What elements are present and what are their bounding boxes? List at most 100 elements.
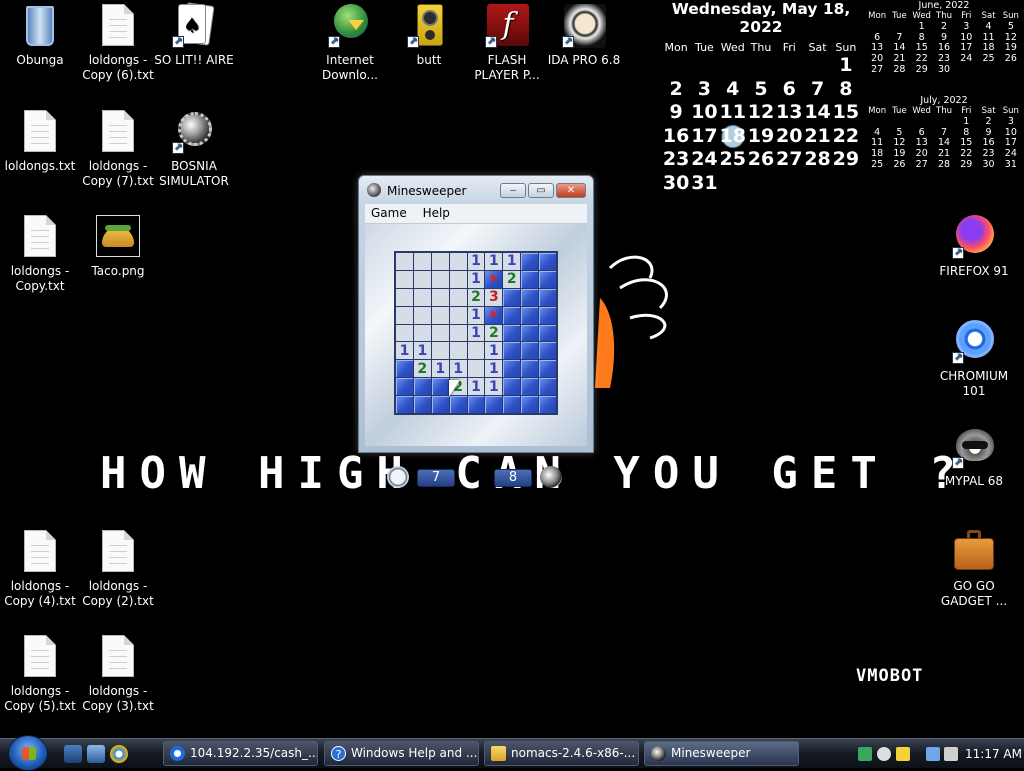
switch-windows-icon[interactable] xyxy=(87,745,105,763)
calendar-day[interactable]: 28 xyxy=(803,148,831,172)
chromium-desktop-icon[interactable]: ↗ CHROMIUM 101 xyxy=(934,318,1014,399)
bosnia-simulator-desktop-icon[interactable]: ↗ BOSNIA SIMULATOR xyxy=(154,108,234,189)
calendar-day[interactable]: 16 xyxy=(662,125,690,149)
number-cell[interactable]: 1 xyxy=(485,378,503,396)
unopened-cell[interactable] xyxy=(449,396,467,413)
unopened-cell[interactable] xyxy=(396,360,413,378)
calendar-day[interactable] xyxy=(747,54,775,78)
calendar-day[interactable]: 30 xyxy=(662,172,690,196)
empty-cell[interactable] xyxy=(431,288,449,306)
text-file-desktop-icon[interactable]: loldongs - Copy (7).txt xyxy=(78,108,158,189)
volume-tray-icon[interactable] xyxy=(944,747,958,761)
window-titlebar[interactable]: Minesweeper ‒ ▭ ✕ xyxy=(359,176,593,204)
unopened-cell[interactable] xyxy=(521,342,539,360)
number-cell[interactable]: 1 xyxy=(467,306,485,324)
unopened-cell[interactable] xyxy=(396,396,413,413)
empty-cell[interactable] xyxy=(396,324,413,342)
unopened-cell[interactable] xyxy=(503,342,521,360)
empty-cell[interactable] xyxy=(431,270,449,288)
calendar-day[interactable]: 1 xyxy=(832,54,860,78)
minefield-grid[interactable]: 11112231121112111211 xyxy=(394,251,558,415)
flagged-cell[interactable] xyxy=(485,270,503,288)
number-cell[interactable]: 1 xyxy=(431,360,449,378)
calendar-day[interactable]: 15 xyxy=(832,101,860,125)
empty-cell[interactable] xyxy=(431,306,449,324)
calendar-day[interactable]: 17 xyxy=(690,125,718,149)
text-file-desktop-icon[interactable]: loldongs - Copy (3).txt xyxy=(78,633,158,714)
empty-cell[interactable] xyxy=(413,288,431,306)
go-go-gadget-desktop-icon[interactable]: GO GO GADGET ... xyxy=(934,528,1014,609)
calendar-day[interactable]: 7 xyxy=(803,78,831,102)
calendar-day[interactable]: 13 xyxy=(775,101,803,125)
empty-cell[interactable] xyxy=(413,324,431,342)
number-cell[interactable]: 1 xyxy=(467,324,485,342)
calendar-day[interactable]: 25 xyxy=(719,148,747,172)
firefox-desktop-icon[interactable]: ↗ FIREFOX 91 xyxy=(934,213,1014,279)
calendar-day[interactable]: 9 xyxy=(662,101,690,125)
unopened-cell[interactable] xyxy=(539,306,556,324)
calendar-day[interactable]: 23 xyxy=(662,148,690,172)
number-cell[interactable]: 1 xyxy=(449,360,467,378)
empty-cell[interactable] xyxy=(467,360,485,378)
calendar-day[interactable]: 14 xyxy=(803,101,831,125)
unopened-cell[interactable] xyxy=(431,396,449,413)
number-cell[interactable]: 3 xyxy=(485,288,503,306)
taco-image-desktop-icon[interactable]: Taco.png xyxy=(78,213,158,279)
empty-cell[interactable] xyxy=(449,342,467,360)
calendar-day[interactable]: 12 xyxy=(747,101,775,125)
unopened-cell[interactable] xyxy=(539,378,556,396)
number-cell[interactable]: 1 xyxy=(485,253,503,270)
calendar-day[interactable]: 6 xyxy=(775,78,803,102)
menu-game[interactable]: Game xyxy=(365,204,413,223)
unopened-cell[interactable] xyxy=(521,396,539,413)
calendar-day[interactable]: 27 xyxy=(775,148,803,172)
unopened-cell[interactable] xyxy=(396,378,413,396)
internet-download-desktop-icon[interactable]: ↗ Internet Downlo... xyxy=(310,2,390,83)
minesweeper-window[interactable]: Minesweeper ‒ ▭ ✕ Game Help 111122311211… xyxy=(358,175,594,488)
taskbar-button-help[interactable]: ? Windows Help and ... xyxy=(324,741,479,766)
text-file-desktop-icon[interactable]: loldongs - Copy (5).txt xyxy=(0,633,80,714)
calendar-day[interactable]: 20 xyxy=(775,125,803,149)
unopened-cell[interactable] xyxy=(503,378,521,396)
clock[interactable]: 11:17 AM xyxy=(965,739,1022,769)
number-cell[interactable]: 1 xyxy=(503,253,521,270)
butt-desktop-icon[interactable]: ↗ butt xyxy=(389,2,469,68)
number-cell[interactable]: 1 xyxy=(485,360,503,378)
unopened-cell[interactable] xyxy=(521,360,539,378)
text-file-desktop-icon[interactable]: loldongs - Copy (4).txt xyxy=(0,528,80,609)
unopened-cell[interactable] xyxy=(503,360,521,378)
empty-cell[interactable] xyxy=(449,270,467,288)
number-cell[interactable]: 2 xyxy=(485,324,503,342)
empty-cell[interactable] xyxy=(431,253,449,270)
unopened-cell[interactable] xyxy=(431,378,449,396)
calendar-day[interactable]: 19 xyxy=(747,125,775,149)
text-file-desktop-icon[interactable]: loldongs - Copy (6).txt xyxy=(78,2,158,83)
speaker-tray-icon[interactable] xyxy=(896,747,910,761)
show-desktop-icon[interactable] xyxy=(64,745,82,763)
empty-cell[interactable] xyxy=(396,270,413,288)
calendar-day[interactable]: 10 xyxy=(690,101,718,125)
empty-cell[interactable] xyxy=(431,342,449,360)
menu-help[interactable]: Help xyxy=(417,204,456,223)
connection-tray-icon[interactable] xyxy=(926,747,940,761)
text-file-desktop-icon[interactable]: loldongs - Copy (2).txt xyxy=(78,528,158,609)
calendar-day[interactable]: 8 xyxy=(832,78,860,102)
unopened-cell[interactable] xyxy=(503,306,521,324)
calendar-day[interactable]: 21 xyxy=(803,125,831,149)
unopened-cell[interactable] xyxy=(485,396,503,413)
network-tray-icon[interactable] xyxy=(858,747,872,761)
calendar-day[interactable]: 11 xyxy=(719,101,747,125)
close-button[interactable]: ✕ xyxy=(556,183,586,198)
calendar-day[interactable]: 26 xyxy=(747,148,775,172)
unopened-cell[interactable] xyxy=(503,288,521,306)
empty-cell[interactable] xyxy=(413,306,431,324)
empty-cell[interactable] xyxy=(449,253,467,270)
ida-pro-desktop-icon[interactable]: ↗ IDA PRO 6.8 xyxy=(544,2,624,68)
unopened-cell[interactable] xyxy=(539,253,556,270)
flagged-cell[interactable] xyxy=(485,306,503,324)
unopened-cell[interactable] xyxy=(503,396,521,413)
calendar-day[interactable]: 5 xyxy=(747,78,775,102)
unopened-cell[interactable] xyxy=(413,396,431,413)
calendar-day[interactable] xyxy=(775,54,803,78)
unopened-cell[interactable] xyxy=(521,306,539,324)
